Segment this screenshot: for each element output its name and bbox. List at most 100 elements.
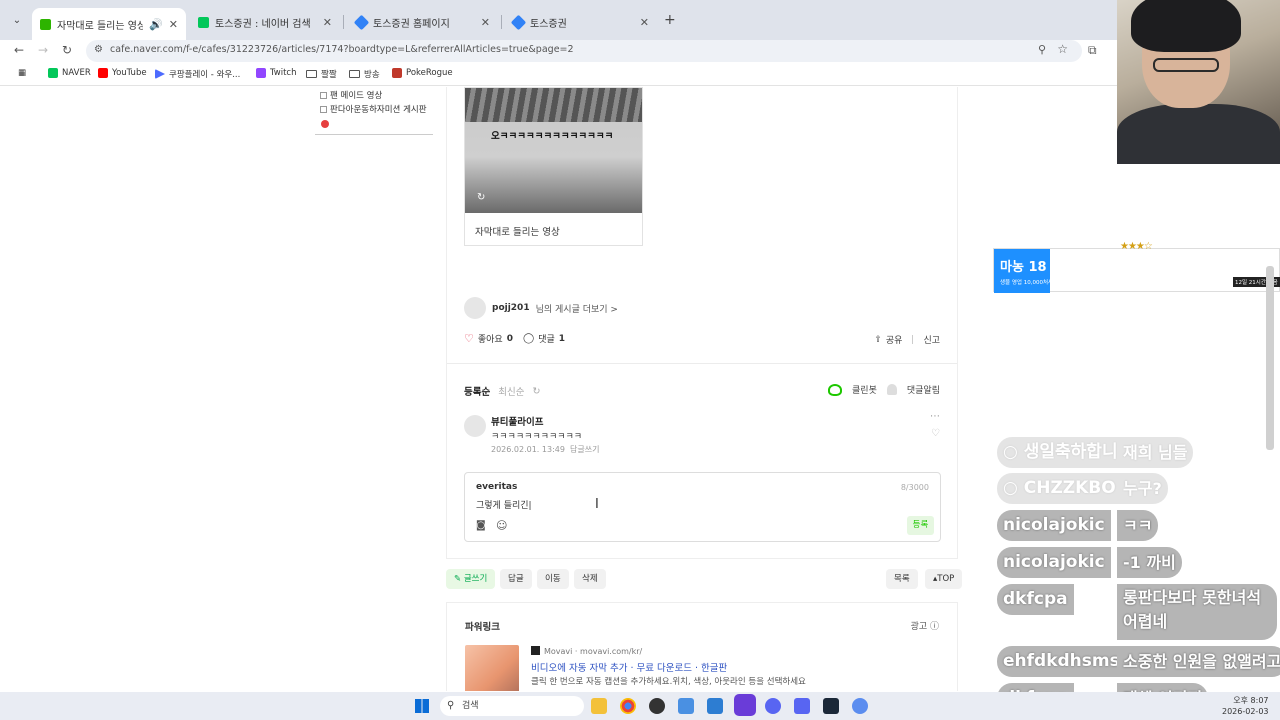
site-info-icon[interactable]: ⚙ [94, 44, 103, 55]
comment-compose-box[interactable]: everitas 8/3000 그렇게 들리긴| ◙ ☺ 등록 [464, 472, 941, 542]
reply-link[interactable]: 답글쓰기 [570, 445, 599, 454]
board-icon [320, 91, 327, 99]
discord-icon[interactable] [794, 698, 810, 714]
refresh-icon[interactable]: ↻ [532, 386, 540, 397]
webcam-body [1117, 104, 1280, 164]
author-more-text: 님의 게시글 더보기 > [535, 304, 618, 315]
bookmark-folder-2[interactable]: 방송 [349, 68, 380, 80]
submit-comment-button[interactable]: 등록 [907, 516, 934, 535]
address-bar[interactable]: ⚙ cafe.naver.com/f-e/cafes/31223726/arti… [86, 40, 1082, 62]
donation-badge: 마농 18 생물 영업 10,000처사 [994, 249, 1053, 293]
write-button[interactable]: ✎ 글쓰기 [446, 569, 496, 589]
reload-icon[interactable]: ↻ [62, 43, 72, 57]
author-more-link[interactable]: pojj201 님의 게시글 더보기 > [464, 297, 618, 319]
file-explorer-icon[interactable] [591, 698, 607, 714]
tab-naver-search[interactable]: 토스증권 : 네이버 검색 ✕ [190, 8, 340, 36]
like-label[interactable]: 좋아요 [478, 332, 503, 345]
scrollbar[interactable] [1266, 266, 1274, 450]
divider [447, 363, 957, 364]
ad-source[interactable]: Movavi · movavi.com/kr/ [531, 646, 642, 656]
apps-grid-icon[interactable]: ▦ [18, 68, 26, 78]
steam-icon[interactable] [823, 698, 839, 714]
bookmark-naver[interactable]: NAVER [48, 68, 91, 78]
more-options-icon[interactable]: ⋯ [930, 411, 940, 422]
sort-latest-tab[interactable]: 최신순 [498, 384, 524, 398]
share-bar: ⇪ 공유 신고 [874, 333, 940, 347]
donation-title: 마농 18 [1000, 260, 1047, 275]
search-icon: ⚲ [447, 700, 455, 711]
share-button[interactable]: 공유 [886, 333, 903, 346]
heart-icon[interactable]: ♡ [931, 428, 940, 439]
camera-icon[interactable]: ◙ [476, 520, 486, 531]
app-icon[interactable] [765, 698, 781, 714]
comment-input[interactable]: 그렇게 들리긴| [476, 498, 532, 511]
browser-toolbar: ← → ↻ ⚙ cafe.naver.com/f-e/cafes/3122372… [0, 40, 1117, 62]
windows-taskbar: ⚲ 검색 오후 8:07 2026-02-03 [0, 692, 1280, 720]
photos-icon[interactable] [707, 698, 723, 714]
bookmark-label: YouTube [112, 68, 147, 78]
list-button[interactable]: 목록 [886, 569, 918, 589]
youtube-icon [98, 68, 108, 78]
close-icon[interactable]: ✕ [640, 16, 649, 29]
video-thumbnail[interactable]: 오ㅋㅋㅋㅋㅋㅋㅋㅋㅋㅋㅋㅋㅋ ↻ [465, 88, 642, 213]
cleanbot-button[interactable]: 클린봇 [852, 383, 877, 396]
report-button[interactable]: 신고 [923, 333, 940, 346]
folder-icon [349, 70, 360, 78]
active-app-icon[interactable] [734, 694, 756, 716]
chrome-icon[interactable] [620, 698, 636, 714]
ad-thumbnail[interactable] [465, 645, 519, 691]
naver-favicon-icon [198, 16, 209, 28]
chat-text: 재희 님들 [1117, 437, 1194, 468]
tab-label: 자막대로 들리는 영상 : 네이 [57, 20, 144, 32]
back-arrow-icon[interactable]: ← [14, 43, 24, 57]
ad-info[interactable]: 광고 ⓘ [911, 619, 939, 632]
comment-label[interactable]: 댓글 [538, 332, 555, 345]
reply-button[interactable]: 답글 [500, 569, 532, 589]
comment-text: ㅋㅋㅋㅋㅋㅋㅋㅋㅋㅋㅋ [491, 432, 583, 442]
close-icon[interactable]: ✕ [169, 18, 178, 31]
bookmark-label: 방송 [364, 70, 380, 80]
new-tab-button[interactable]: + [664, 12, 676, 28]
zoom-icon[interactable]: ⚲ [1038, 43, 1046, 56]
taskbar-search[interactable]: ⚲ 검색 [440, 696, 584, 716]
windows-start-icon[interactable] [415, 699, 429, 713]
bookmark-pokerogue[interactable]: PokeRogue [392, 68, 453, 78]
close-icon[interactable]: ✕ [481, 16, 490, 29]
forward-arrow-icon[interactable]: → [38, 43, 48, 57]
top-button[interactable]: ▴TOP [925, 569, 963, 589]
emoji-icon[interactable]: ☺ [496, 519, 507, 532]
tab-toss[interactable]: 토스증권 ✕ [505, 8, 657, 36]
close-icon[interactable]: ✕ [323, 16, 332, 29]
comment-bubble-icon[interactable]: ◯ [523, 333, 534, 344]
delete-button[interactable]: 삭제 [574, 569, 606, 589]
comment-date: 2026.02.01. 13:49 [491, 445, 565, 454]
share-icon[interactable]: ⇪ [874, 335, 882, 345]
extensions-icon[interactable]: ⧉ [1088, 43, 1097, 58]
replay-icon[interactable]: ↻ [477, 192, 485, 203]
bookmark-star-icon[interactable]: ☆ [1057, 42, 1068, 56]
bookmark-twitch[interactable]: Twitch [256, 68, 297, 78]
obs-icon[interactable] [649, 698, 665, 714]
url-text[interactable]: cafe.naver.com/f-e/cafes/31223726/articl… [110, 44, 574, 55]
video-card[interactable]: 오ㅋㅋㅋㅋㅋㅋㅋㅋㅋㅋㅋㅋㅋ ↻ 자막대로 들리는 영상 [464, 87, 643, 246]
bookmark-folder-1[interactable]: 짤짤 [306, 68, 337, 80]
move-button[interactable]: 이동 [537, 569, 569, 589]
bookmark-coupang-play[interactable]: 쿠팡플레이 - 와우... [155, 68, 240, 80]
tab-active[interactable]: 자막대로 들리는 영상 : 네이 🔊 ✕ [32, 8, 186, 40]
ad-label: 광고 [910, 622, 928, 632]
video-title: 자막대로 들리는 영상 [475, 227, 560, 238]
bookmark-label: NAVER [62, 68, 91, 78]
tab-toss-home[interactable]: 토스증권 홈페이지 ✕ [348, 8, 498, 36]
notepad-icon[interactable] [678, 698, 694, 714]
menu-item-fan-video[interactable]: 팬 메이드 영상 [320, 89, 382, 101]
ad-headline[interactable]: 비디오에 자동 자막 추가 · 무료 다운로드 · 한글판 [531, 660, 727, 674]
comment-author[interactable]: 뷰티풀라이프 [491, 414, 543, 428]
tab-search-button[interactable]: ⌄ [8, 12, 26, 30]
sort-registered-tab[interactable]: 등록순 [464, 384, 490, 398]
heart-icon[interactable]: ♡ [464, 332, 474, 345]
system-clock[interactable]: 오후 8:07 2026-02-03 [1222, 695, 1269, 717]
bookmark-youtube[interactable]: YouTube [98, 68, 147, 78]
app-icon[interactable] [852, 698, 868, 714]
menu-item-mission-board[interactable]: 판다아운동하자미션 게시판 [320, 103, 427, 115]
comment-notify-button[interactable]: 댓글알림 [907, 383, 940, 396]
